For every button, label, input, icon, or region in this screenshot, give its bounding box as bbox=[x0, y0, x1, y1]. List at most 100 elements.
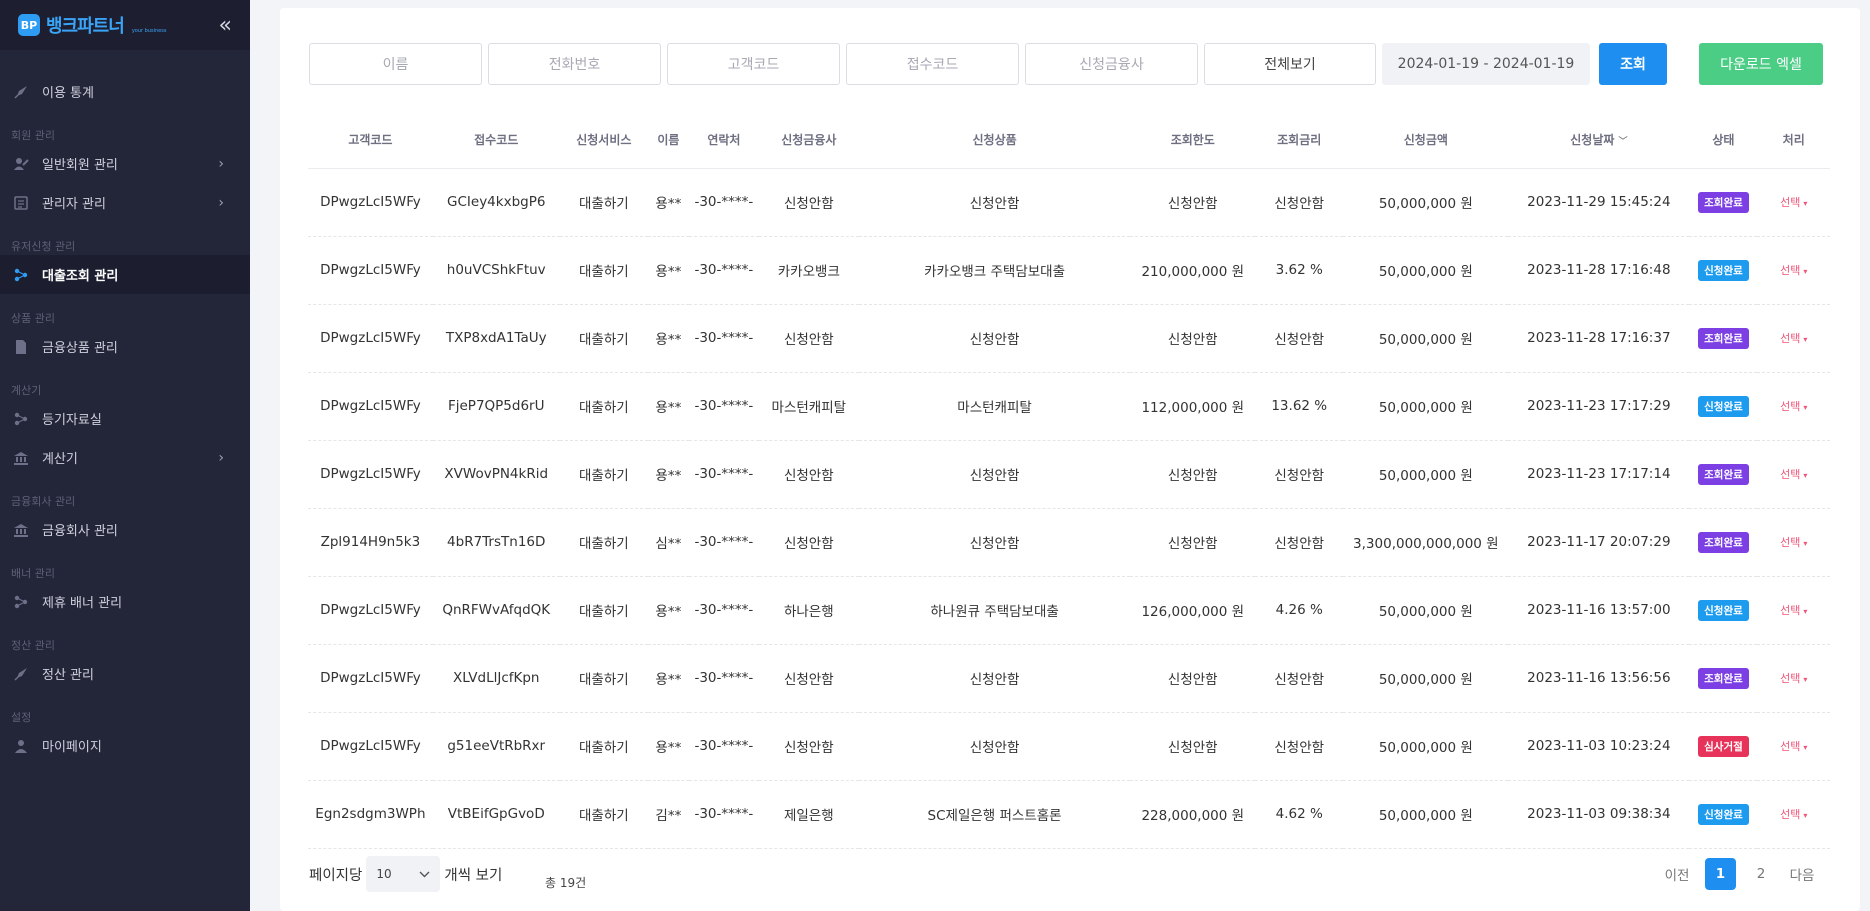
cell-text: -30-****- bbox=[694, 330, 754, 346]
action-dropdown[interactable]: 선택 ▾ bbox=[1780, 604, 1807, 617]
sidebar-item[interactable]: 계산기 › bbox=[0, 438, 250, 477]
sidebar-item[interactable]: 마이페이지 bbox=[0, 726, 250, 765]
cell-text: 50,000,000 원 bbox=[1378, 400, 1473, 416]
action-dropdown[interactable]: 선택 ▾ bbox=[1780, 672, 1807, 685]
phone-input[interactable]: 전화번호 bbox=[488, 43, 661, 85]
caret-down-icon: ▾ bbox=[1803, 607, 1808, 616]
search-button[interactable]: 조회 bbox=[1599, 43, 1667, 85]
sidebar-item[interactable]: 정산 관리 bbox=[0, 654, 250, 693]
table-cell: g51eeVtRbRxr bbox=[432, 712, 560, 781]
list-icon bbox=[12, 194, 30, 212]
menu-group: 이용 통계 bbox=[0, 72, 250, 111]
action-dropdown[interactable]: 선택 ▾ bbox=[1780, 536, 1807, 549]
column-header-label: 신청날짜 bbox=[1570, 133, 1615, 148]
chevron-right-icon: › bbox=[218, 194, 224, 211]
date-range-input[interactable]: 2024-01-19 - 2024-01-19 bbox=[1382, 43, 1590, 85]
column-header: 접수코드 bbox=[432, 112, 560, 169]
menu-group: 정산 관리 정산 관리 bbox=[0, 621, 250, 693]
collapse-sidebar-icon[interactable]: « bbox=[219, 13, 232, 38]
action-dropdown[interactable]: 선택 ▾ bbox=[1780, 196, 1807, 209]
company-input[interactable]: 신청금융사 bbox=[1025, 43, 1198, 85]
sidebar-item[interactable]: 제휴 배너 관리 bbox=[0, 582, 250, 621]
table-cell: 신청안함 bbox=[1130, 712, 1256, 781]
cell-text: g51eeVtRbRxr bbox=[447, 738, 546, 754]
table-cell: 3.62 % bbox=[1255, 236, 1344, 305]
sidebar-item[interactable]: 일반회원 관리 › bbox=[0, 144, 250, 183]
customer-code-input[interactable]: 고객코드 bbox=[667, 43, 840, 85]
table-cell: -30-****- bbox=[688, 168, 759, 237]
action-dropdown[interactable]: 선택 ▾ bbox=[1780, 740, 1807, 753]
column-header-label: 신청상품 bbox=[972, 133, 1017, 148]
menu-group: 배너 관리 제휴 배너 관리 bbox=[0, 549, 250, 621]
cell-text: 신청안함 bbox=[783, 740, 834, 756]
cell-text: -30-****- bbox=[694, 262, 754, 278]
next-page-button[interactable]: 다음 bbox=[1780, 858, 1824, 890]
cell-text: -30-****- bbox=[694, 806, 754, 822]
bank-icon bbox=[12, 449, 30, 467]
table-cell: 조회완료 bbox=[1689, 644, 1758, 713]
page-button-1[interactable]: 1 bbox=[1705, 858, 1736, 890]
status-badge: 조회완료 bbox=[1698, 463, 1749, 485]
cell-text: 제일은행 bbox=[783, 808, 834, 824]
sidebar-item[interactable]: 이용 통계 bbox=[0, 72, 250, 111]
status-badge: 신청완료 bbox=[1698, 803, 1749, 825]
cell-text: 2023-11-17 20:07:29 bbox=[1527, 534, 1671, 550]
per-page-suffix: 개씩 보기 bbox=[444, 867, 503, 884]
action-dropdown[interactable]: 선택 ▾ bbox=[1780, 468, 1807, 481]
prev-page-button[interactable]: 이전 bbox=[1655, 858, 1699, 890]
table-cell: 신청안함 bbox=[1130, 304, 1256, 373]
page-button-2[interactable]: 2 bbox=[1742, 858, 1780, 890]
action-dropdown[interactable]: 선택 ▾ bbox=[1780, 808, 1807, 821]
page-size-select[interactable]: 10 bbox=[366, 856, 441, 892]
table-cell: 대출하기 bbox=[559, 644, 648, 713]
sidebar-item[interactable]: 금융회사 관리 bbox=[0, 510, 250, 549]
cell-text: 용** bbox=[655, 196, 682, 212]
view-select[interactable]: 전체보기 bbox=[1204, 43, 1376, 85]
table-cell: -30-****- bbox=[688, 372, 759, 441]
sidebar-item[interactable]: 등기자료실 bbox=[0, 399, 250, 438]
cell-text: DPwgzLcI5WFy bbox=[320, 670, 421, 686]
column-header: 신청상품 bbox=[858, 112, 1131, 169]
table-cell: 마스턴캐피탈 bbox=[758, 372, 859, 441]
cell-text: 신청안함 bbox=[783, 536, 834, 552]
cell-text: 4bR7TrsTn16D bbox=[447, 534, 546, 550]
receipt-code-input[interactable]: 접수코드 bbox=[846, 43, 1019, 85]
sidebar-item[interactable]: 대출조회 관리 bbox=[0, 255, 250, 294]
cell-text: 신청안함 bbox=[1167, 332, 1218, 348]
table-header-row: 고객코드 접수코드 신청서비스 이름 연락처 신청금융사 신청상품 조회한도 조회금리 신청금액 신… bbox=[308, 112, 1830, 169]
name-input[interactable]: 이름 bbox=[309, 43, 482, 85]
sidebar-item-label: 정산 관리 bbox=[42, 668, 94, 683]
action-dropdown[interactable]: 선택 ▾ bbox=[1780, 264, 1807, 277]
action-dropdown[interactable]: 선택 ▾ bbox=[1780, 332, 1807, 345]
table-cell: 선택 ▾ bbox=[1757, 780, 1830, 849]
table-cell: 조회완료 bbox=[1689, 440, 1758, 509]
download-excel-button[interactable]: 다운로드 엑셀 bbox=[1699, 43, 1823, 85]
sidebar-item[interactable]: 금융상품 관리 bbox=[0, 327, 250, 366]
cell-text: 용** bbox=[655, 672, 682, 688]
menu-group-label: 정산 관리 bbox=[11, 639, 55, 652]
table-cell: VtBEifGpGvoD bbox=[432, 780, 560, 849]
table-row: DPwgzLcI5WFy XLVdLlJcfKpn 대출하기 용** -30-****-… bbox=[308, 644, 1830, 713]
table-cell: 용** bbox=[648, 372, 689, 441]
cell-text: QnRFWvAfqdQK bbox=[442, 602, 551, 618]
sidebar-item[interactable]: 관리자 관리 › bbox=[0, 183, 250, 222]
cell-text: 신청안함 bbox=[1167, 468, 1218, 484]
table-cell: 신청안함 bbox=[758, 440, 859, 509]
column-header[interactable]: 신청날짜 ﹀ bbox=[1508, 112, 1690, 169]
user-icon bbox=[12, 737, 30, 755]
cell-text: 대출하기 bbox=[578, 604, 629, 620]
action-dropdown[interactable]: 선택 ▾ bbox=[1780, 400, 1807, 413]
menu-group-label: 유저신청 관리 bbox=[11, 240, 76, 253]
per-page-prefix: 페이지당 bbox=[309, 867, 363, 884]
cell-text: DPwgzLcI5WFy bbox=[320, 738, 421, 754]
logo[interactable]: BP 뱅크파트너 your business bbox=[18, 12, 166, 38]
table-cell: 2023-11-29 15:45:24 bbox=[1508, 168, 1690, 237]
table-cell: 선택 ▾ bbox=[1757, 372, 1830, 441]
column-header-label: 접수코드 bbox=[474, 133, 519, 148]
table-cell: 선택 ▾ bbox=[1757, 576, 1830, 645]
pagination: 이전 1 2 다음 bbox=[1655, 858, 1824, 890]
cell-text: FjeP7QP5d6rU bbox=[447, 398, 545, 414]
table-cell: 선택 ▾ bbox=[1757, 644, 1830, 713]
table-cell: 신청안함 bbox=[858, 508, 1131, 577]
table-cell: 조회완료 bbox=[1689, 168, 1758, 237]
